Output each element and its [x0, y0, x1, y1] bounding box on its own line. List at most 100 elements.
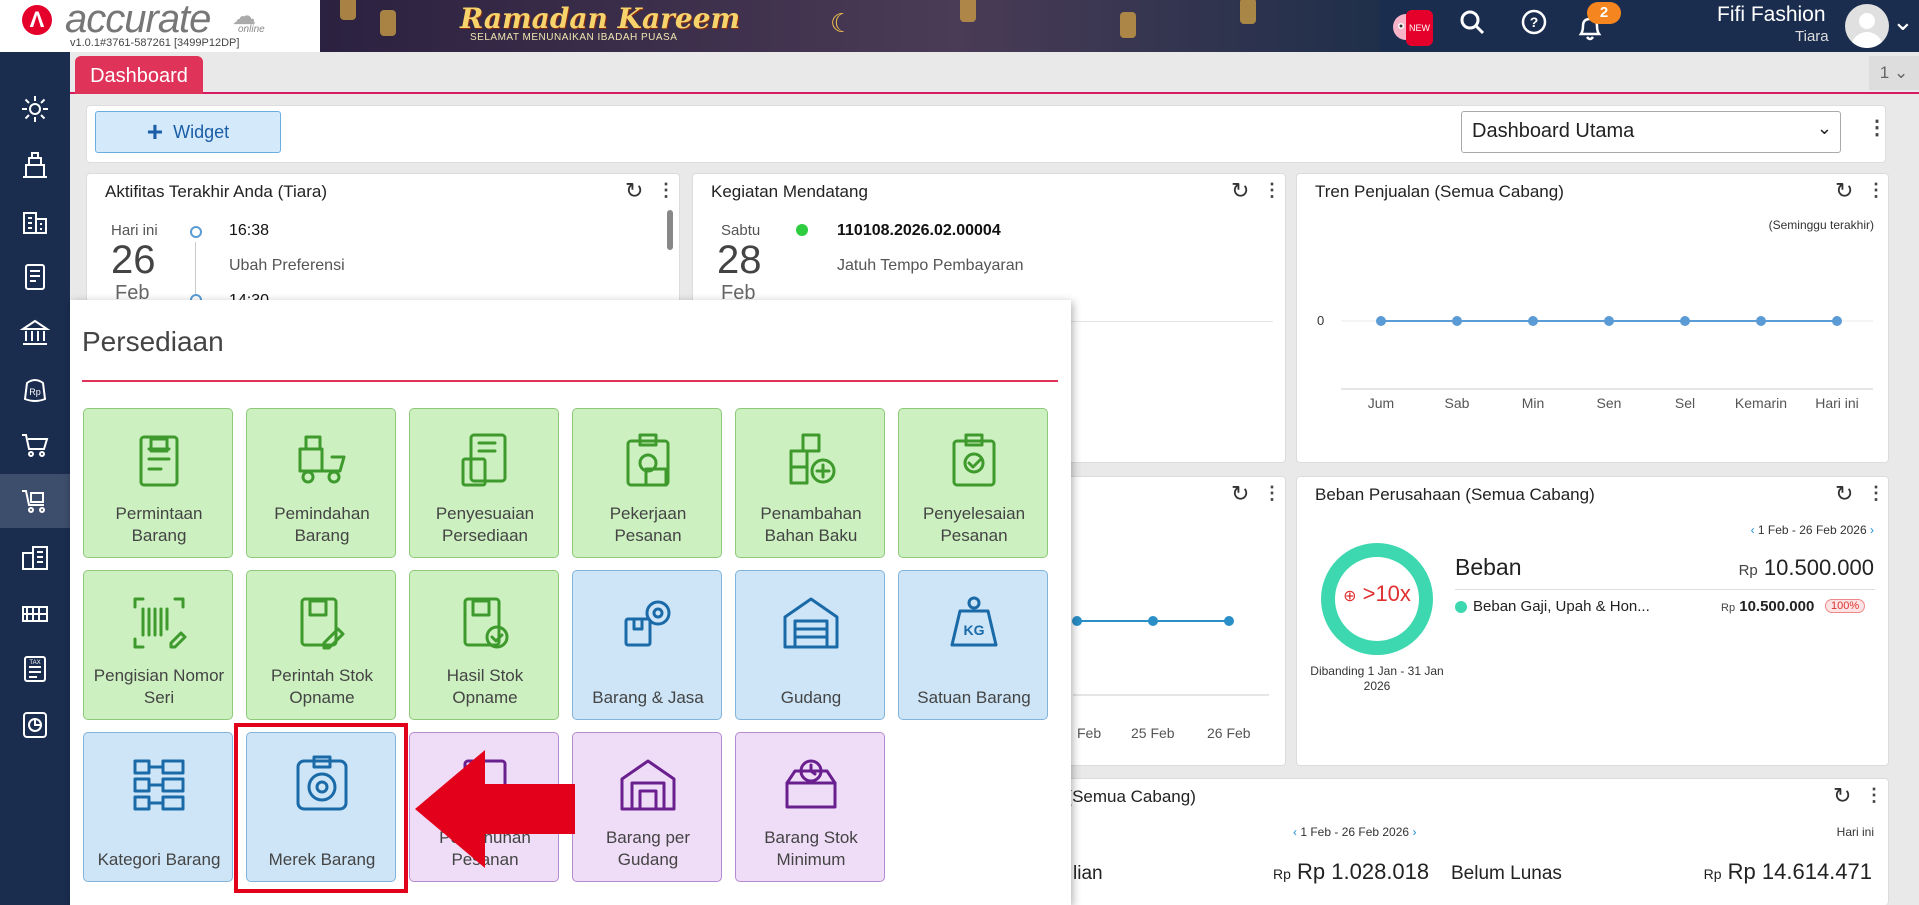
x-tick-label: 25 Feb	[1131, 725, 1175, 741]
boxes-plus-icon	[789, 433, 836, 485]
data-point	[1072, 616, 1082, 626]
event-document-number[interactable]: 110108.2026.02.00004	[837, 222, 1001, 240]
expense-total: Rp 10.500.000	[1739, 555, 1874, 581]
x-tick-label: 26 Feb	[1207, 725, 1251, 741]
panel-more-icon[interactable]: ⋮	[1865, 785, 1883, 806]
assets-icon[interactable]	[0, 530, 70, 584]
scrollbar[interactable]	[667, 210, 673, 250]
inventory-icon[interactable]	[0, 474, 70, 528]
box-min-icon	[785, 759, 837, 809]
svg-text:?: ?	[1530, 14, 1539, 30]
tab-count-value: 1	[1879, 63, 1890, 82]
menu-tile-penyesuaian-persediaan[interactable]: Penyesuaian Persediaan	[409, 408, 559, 558]
timeline-line	[195, 242, 196, 302]
avatar[interactable]	[1845, 4, 1889, 48]
plus-icon: +	[146, 116, 164, 147]
clipboard-check-icon	[952, 433, 996, 487]
dashboard-select[interactable]: Dashboard Utama ⌄	[1461, 111, 1841, 153]
svg-text:Rp: Rp	[29, 387, 41, 397]
settings-icon[interactable]	[0, 82, 70, 136]
moon-icon: ☾	[830, 8, 854, 38]
panel-more-icon[interactable]: ⋮	[1867, 180, 1885, 201]
data-point[interactable]	[1756, 316, 1766, 326]
menu-tile-label: Gudang	[780, 688, 842, 707]
menu-tile-permintaan-barang[interactable]: Permintaan Barang	[83, 408, 233, 558]
refresh-icon[interactable]: ↻	[625, 178, 643, 204]
banner-subtitle: SELAMAT MENUNAIKAN IBADAH PUASA	[470, 32, 678, 43]
date-range-text: 1 Feb - 26 Feb 2026	[1300, 825, 1410, 839]
avatar-body	[1851, 32, 1883, 48]
currency-label: Rp	[1703, 866, 1722, 882]
menu-tile-pemindahan-barang[interactable]: Pemindahan Barang	[246, 408, 396, 558]
panel-beban-perusahaan: Beban Perusahaan (Semua Cabang) ↻ ⋮ ‹ 1 …	[1296, 476, 1889, 766]
menu-tile-pekerjaan-pesanan[interactable]: Pekerjaan Pesanan	[572, 408, 722, 558]
help-icon[interactable]: ?	[1516, 8, 1552, 44]
expense-item-amount: Rp 10.500.000	[1721, 598, 1814, 615]
sidebar: Rp TAX	[0, 52, 70, 905]
sales-icon[interactable]	[0, 138, 70, 192]
x-tick-label: Sab	[1445, 395, 1470, 411]
data-point[interactable]	[1604, 316, 1614, 326]
date-range: ‹ 1 Feb - 26 Feb 2026 ›	[1293, 825, 1416, 839]
logo-text: accurate	[65, 0, 211, 41]
search-icon[interactable]	[1454, 8, 1490, 44]
menu-tile-label: Barang per Gudang	[605, 828, 691, 869]
expense-ratio-ring: ⊕ >10x	[1321, 543, 1433, 655]
menu-tile-satuan-barang[interactable]: KG Satuan Barang	[898, 570, 1048, 720]
date-range: ‹ 1 Feb - 26 Feb 2026 ›	[1751, 523, 1874, 537]
purchase-icon[interactable]	[0, 418, 70, 472]
ramadan-banner: ☾ Ramadan Kareem SELAMAT MENUNAIKAN IBAD…	[320, 0, 1380, 52]
next-period-icon[interactable]: ›	[1870, 523, 1874, 537]
prev-period-icon[interactable]: ‹	[1751, 523, 1755, 537]
production-icon[interactable]	[0, 586, 70, 640]
sales-series: Jum Sab Min Sen Sel Kemarin Hari ini	[1368, 316, 1859, 411]
expense-heading: Beban	[1455, 554, 1522, 580]
user-name[interactable]: Fifi Fashion	[1717, 3, 1826, 27]
tab-count-select[interactable]: 1 ⌄	[1869, 56, 1919, 90]
menu-tile-hasil-stok-opname[interactable]: Hasil Stok Opname	[409, 570, 559, 720]
data-point	[1224, 616, 1234, 626]
menu-tile-pengisian-nomor-seri[interactable]: Pengisian Nomor Seri	[83, 570, 233, 720]
add-widget-button[interactable]: + Widget	[95, 111, 281, 153]
menu-tile-barang-per-gudang[interactable]: Barang per Gudang	[572, 732, 722, 882]
chevron-down-icon[interactable]: ⌄	[1892, 6, 1914, 37]
menu-tile-gudang[interactable]: Gudang	[735, 570, 885, 720]
panel-more-icon[interactable]: ⋮	[657, 180, 675, 201]
tax-icon[interactable]: TAX	[0, 642, 70, 696]
menu-tile-penyelesaian-pesanan[interactable]: Penyelesaian Pesanan	[898, 408, 1048, 558]
menu-tile-kategori-barang[interactable]: Kategori Barang	[83, 732, 233, 882]
payment-icon[interactable]: Rp	[0, 362, 70, 416]
refresh-icon[interactable]: ↻	[1835, 178, 1853, 204]
menu-tile-perintah-stok-opname[interactable]: Perintah Stok Opname	[246, 570, 396, 720]
notification-count-badge: 2	[1587, 2, 1621, 24]
data-point[interactable]	[1376, 316, 1386, 326]
panel-more-icon[interactable]: ⋮	[1263, 180, 1281, 201]
prev-period-icon[interactable]: ‹	[1293, 825, 1297, 839]
ledger-icon[interactable]	[0, 250, 70, 304]
menu-title: Persediaan	[82, 326, 224, 357]
panel-more-icon[interactable]: ⋮	[1867, 483, 1885, 504]
category-grid-icon	[133, 759, 185, 811]
toolbar-more-icon[interactable]: ⋮	[1867, 118, 1887, 138]
belum-lunas-value: Rp Rp 14.614.471	[1704, 859, 1872, 885]
expense-item-label[interactable]: Beban Gaji, Upah & Hon...	[1473, 598, 1650, 615]
menu-tile-barang-stok-minimum[interactable]: Barang Stok Minimum	[735, 732, 885, 882]
whats-new-icon[interactable]: NEW	[1388, 8, 1433, 46]
data-point[interactable]	[1528, 316, 1538, 326]
tab-bar: Dashboard 1 ⌄	[70, 52, 1919, 94]
refresh-icon[interactable]: ↻	[1835, 481, 1853, 507]
app-logo[interactable]: Λ accurate ☁ online v1.0.1#3761-587261 […	[10, 0, 265, 52]
menu-tile-barang-jasa[interactable]: Barang & Jasa	[572, 570, 722, 720]
refresh-icon[interactable]: ↻	[1833, 783, 1851, 809]
report-icon[interactable]	[0, 698, 70, 752]
data-point[interactable]	[1452, 316, 1462, 326]
x-tick-label: Feb	[1077, 725, 1102, 741]
tab-dashboard[interactable]: Dashboard	[75, 56, 203, 94]
bank-icon[interactable]	[0, 306, 70, 360]
menu-tile-penambahan-bahan-baku[interactable]: Penambahan Bahan Baku	[735, 408, 885, 558]
data-point[interactable]	[1832, 316, 1842, 326]
refresh-icon[interactable]: ↻	[1231, 178, 1249, 204]
company-icon[interactable]	[0, 194, 70, 248]
next-period-icon[interactable]: ›	[1412, 825, 1416, 839]
data-point[interactable]	[1680, 316, 1690, 326]
